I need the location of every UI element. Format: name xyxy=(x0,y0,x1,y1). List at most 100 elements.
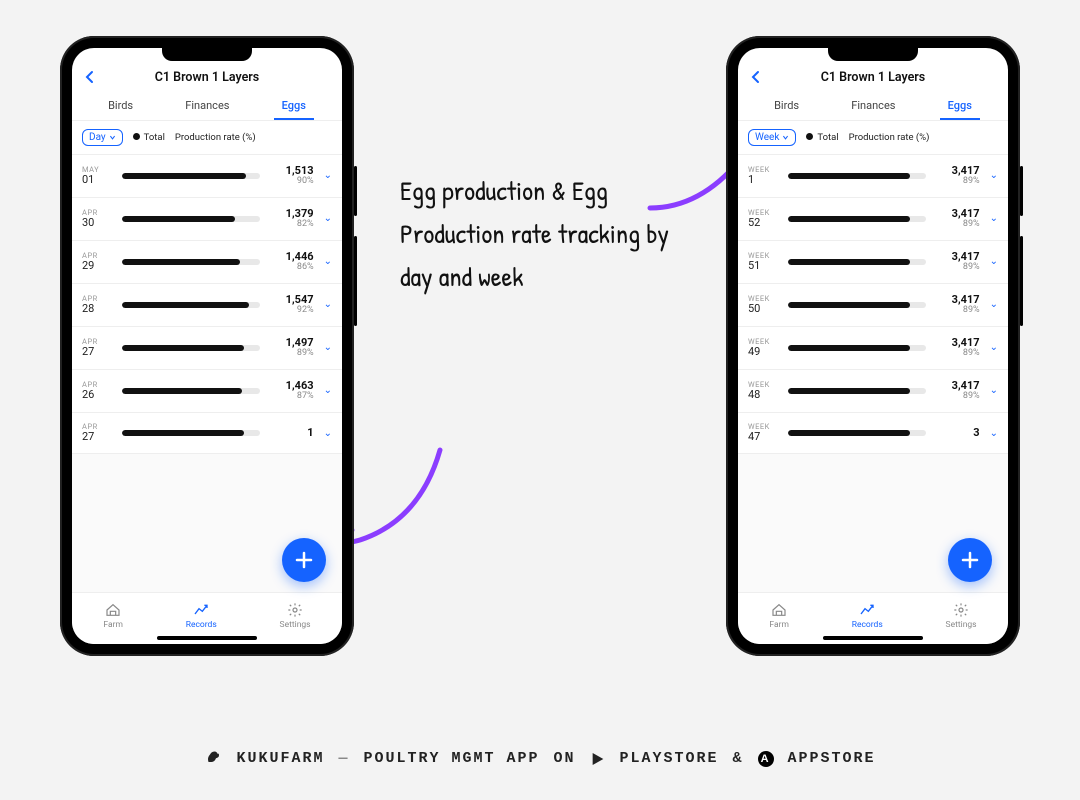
tab-eggs[interactable]: Eggs xyxy=(274,93,314,120)
production-bar xyxy=(788,345,926,351)
nav-settings[interactable]: Settings xyxy=(946,602,977,630)
record-row[interactable]: WEEK473⌄ xyxy=(738,413,1008,454)
value-column: 3,41789% xyxy=(934,380,980,402)
chevron-down-icon: ⌄ xyxy=(322,299,332,310)
date-column: WEEK52 xyxy=(748,209,780,229)
value-column: 3 xyxy=(934,427,980,439)
plus-icon xyxy=(294,550,314,570)
chevron-down-icon: ⌄ xyxy=(988,385,998,396)
nav-settings[interactable]: Settings xyxy=(280,602,311,630)
date-column: APR27 xyxy=(82,423,114,443)
record-row[interactable]: APR291,44686%⌄ xyxy=(72,241,342,284)
date-column: APR29 xyxy=(82,252,114,272)
record-row[interactable]: APR261,46387%⌄ xyxy=(72,370,342,413)
nav-farm[interactable]: Farm xyxy=(769,602,789,630)
chevron-down-icon: ⌄ xyxy=(988,213,998,224)
value-column: 3,41789% xyxy=(934,165,980,187)
production-bar xyxy=(122,430,260,436)
record-row[interactable]: WEEK48 3,41789% ⌄ xyxy=(738,370,1008,413)
production-bar xyxy=(788,302,926,308)
tagline: POULTRY MGMT APP xyxy=(363,750,539,767)
playstore-icon xyxy=(590,751,606,767)
phone-mockup-day: C1 Brown 1 Layers Birds Finances Eggs Da… xyxy=(60,36,354,656)
tab-bar: Birds Finances Eggs xyxy=(738,91,1008,121)
value-column: 1,54792% xyxy=(268,294,314,316)
value-column: 1,44686% xyxy=(268,251,314,273)
production-bar xyxy=(788,173,926,179)
nav-records[interactable]: Records xyxy=(186,602,217,630)
legend-dot-icon xyxy=(133,133,140,140)
record-row[interactable]: APR271,49789%⌄ xyxy=(72,327,342,370)
tab-birds[interactable]: Birds xyxy=(766,93,807,120)
value-column: 3,41789% xyxy=(934,251,980,273)
playstore-label[interactable]: PLAYSTORE xyxy=(620,750,719,767)
nav-farm[interactable]: Farm xyxy=(103,602,123,630)
record-row[interactable]: WEEK52 3,41789% ⌄ xyxy=(738,198,1008,241)
record-row[interactable]: APR271⌄ xyxy=(72,413,342,454)
add-record-button[interactable] xyxy=(948,538,992,582)
tab-birds[interactable]: Birds xyxy=(100,93,141,120)
date-column: APR26 xyxy=(82,381,114,401)
chevron-down-icon: ⌄ xyxy=(988,342,998,353)
production-bar xyxy=(788,388,926,394)
record-row[interactable]: WEEK503,41789%⌄ xyxy=(738,284,1008,327)
tab-eggs[interactable]: Eggs xyxy=(940,93,980,120)
date-column: APR27 xyxy=(82,338,114,358)
add-record-button[interactable] xyxy=(282,538,326,582)
record-row[interactable]: MAY011,51390%⌄ xyxy=(72,155,342,198)
date-column: WEEK1 xyxy=(748,166,780,186)
on-label: ON xyxy=(554,750,576,767)
period-label: Day xyxy=(89,132,106,143)
value-column: 3,41789% xyxy=(934,208,980,230)
date-column: APR28 xyxy=(82,295,114,315)
production-bar xyxy=(122,259,260,265)
tab-finances[interactable]: Finances xyxy=(843,93,903,120)
legend-total: Total xyxy=(806,132,838,143)
production-bar xyxy=(122,345,260,351)
separator: — xyxy=(338,750,349,767)
back-button[interactable] xyxy=(750,70,762,88)
value-column: 1,37982% xyxy=(268,208,314,230)
gear-icon xyxy=(287,602,303,618)
value-column: 1,46387% xyxy=(268,380,314,402)
record-row[interactable]: APR28 1,54792% ⌄ xyxy=(72,284,342,327)
chevron-down-icon: ⌄ xyxy=(322,213,332,224)
production-bar xyxy=(788,430,926,436)
phone-mockup-week: C1 Brown 1 Layers Birds Finances Eggs We… xyxy=(726,36,1020,656)
date-column: WEEK48 xyxy=(748,381,780,401)
rooster-icon xyxy=(204,747,222,770)
production-bar xyxy=(122,216,260,222)
appstore-label[interactable]: APPSTORE xyxy=(788,750,876,767)
amp-label: & xyxy=(733,750,744,767)
production-bar xyxy=(788,216,926,222)
record-row[interactable]: WEEK13,41789%⌄ xyxy=(738,155,1008,198)
value-column: 1,49789% xyxy=(268,337,314,359)
period-dropdown[interactable]: Day xyxy=(82,129,123,146)
page-title: C1 Brown 1 Layers xyxy=(155,70,259,85)
date-column: WEEK51 xyxy=(748,252,780,272)
value-column: 1 xyxy=(268,427,314,439)
filter-bar: Week Total Production rate (%) xyxy=(738,121,1008,155)
brand-name: KUKUFARM xyxy=(236,750,324,767)
period-label: Week xyxy=(755,132,779,143)
farm-icon xyxy=(105,602,121,618)
production-bar xyxy=(788,259,926,265)
nav-records[interactable]: Records xyxy=(852,602,883,630)
date-column: MAY01 xyxy=(82,166,114,186)
period-dropdown[interactable]: Week xyxy=(748,129,796,146)
egg-records-list-day[interactable]: MAY01 1,51390% ⌄ APR30 1,37982% ⌄ APR29 1,44686… xyxy=(72,155,342,592)
date-column: APR30 xyxy=(82,209,114,229)
tab-finances[interactable]: Finances xyxy=(177,93,237,120)
value-column: 3,41789% xyxy=(934,294,980,316)
value-column: 3,41789% xyxy=(934,337,980,359)
value-column: 1,51390% xyxy=(268,165,314,187)
record-row[interactable]: WEEK493,41789%⌄ xyxy=(738,327,1008,370)
legend-dot-icon xyxy=(806,133,813,140)
records-icon xyxy=(859,602,875,618)
record-row[interactable]: WEEK513,41789%⌄ xyxy=(738,241,1008,284)
legend-rate: Production rate (%) xyxy=(175,132,256,143)
production-bar xyxy=(122,388,260,394)
record-row[interactable]: APR30 1,37982% ⌄ xyxy=(72,198,342,241)
back-button[interactable] xyxy=(84,70,96,88)
egg-records-list-week[interactable]: WEEK1 3,41789% ⌄ WEEK52 3,41789% ⌄ WEEK51 3,417… xyxy=(738,155,1008,592)
